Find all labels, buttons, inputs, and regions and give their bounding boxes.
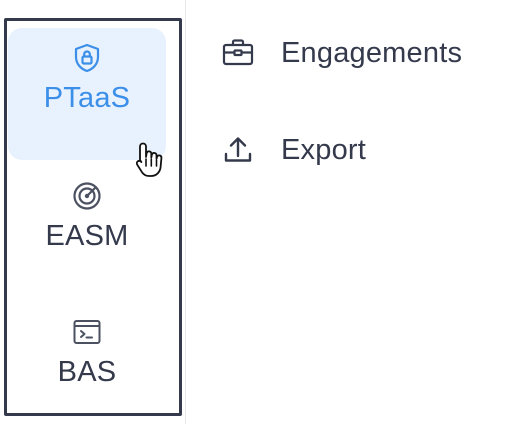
sidebar-item-label: BAS bbox=[57, 356, 117, 388]
sidebar-item-label: PTaaS bbox=[43, 82, 131, 114]
sidebar-item-label: EASM bbox=[45, 220, 129, 252]
app-window: PTaaS EASM BAS Engagements Export bbox=[0, 0, 514, 424]
briefcase-icon bbox=[222, 39, 254, 66]
sidebar-item-ptaas[interactable]: PTaaS bbox=[8, 28, 166, 160]
menu-item-label: Export bbox=[281, 133, 367, 166]
terminal-icon bbox=[73, 320, 101, 344]
sidebar-item-bas[interactable]: BAS bbox=[8, 314, 166, 410]
shield-lock-icon bbox=[74, 43, 100, 73]
upload-icon bbox=[224, 137, 252, 162]
menu-item-engagements[interactable]: Engagements bbox=[220, 31, 462, 75]
sidebar-item-easm[interactable]: EASM bbox=[8, 178, 166, 278]
menu-item-label: Engagements bbox=[281, 36, 463, 69]
radar-icon bbox=[73, 182, 101, 210]
menu-item-export[interactable]: Export bbox=[220, 128, 366, 172]
